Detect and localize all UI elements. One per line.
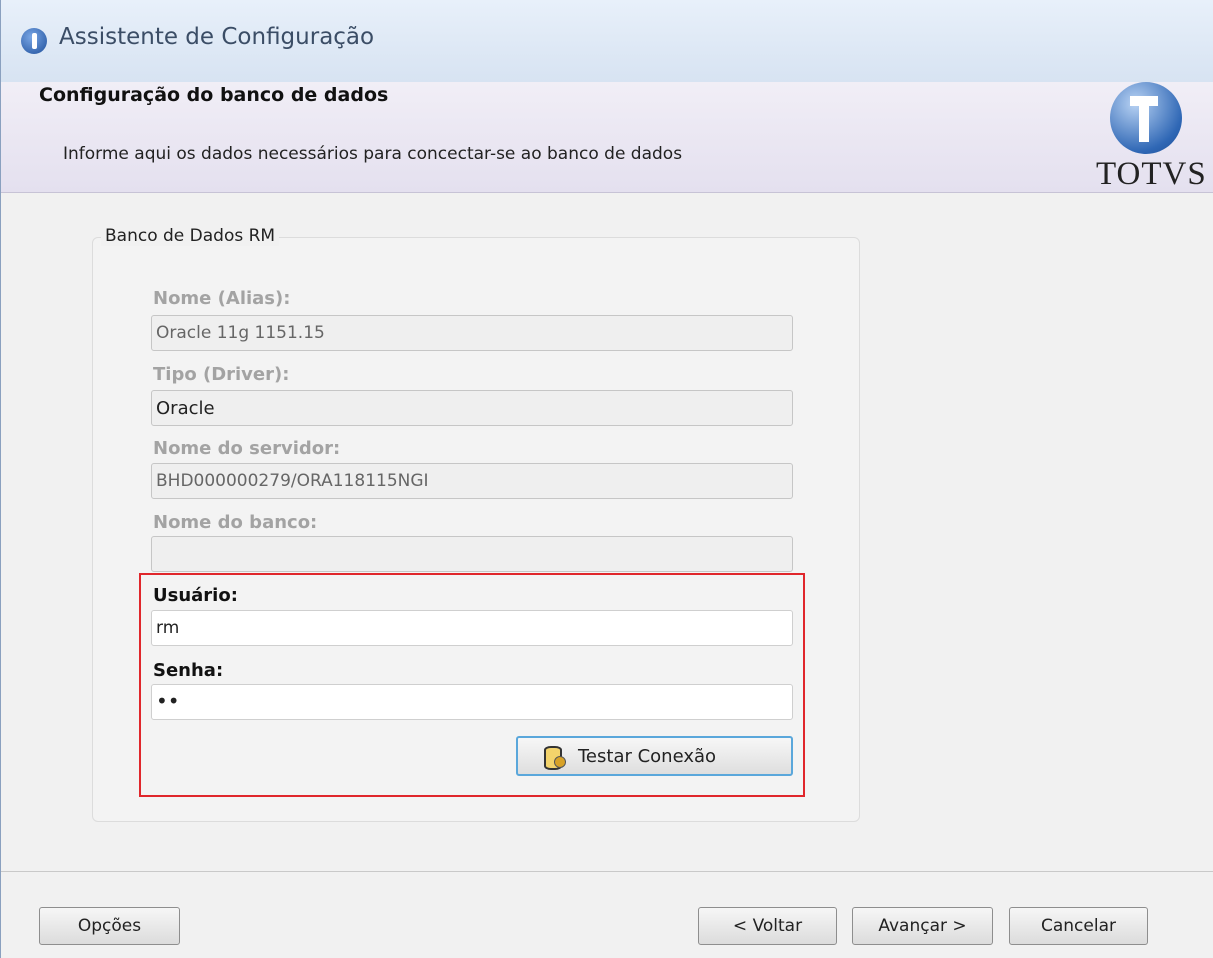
user-input[interactable]: rm <box>151 610 793 646</box>
cancel-button[interactable]: Cancelar <box>1009 907 1148 945</box>
test-connection-button[interactable]: Testar Conexão <box>516 736 793 776</box>
user-label: Usuário: <box>153 585 238 606</box>
password-input[interactable]: •• <box>151 684 793 720</box>
driver-label: Tipo (Driver): <box>153 364 290 385</box>
app-icon <box>21 28 47 54</box>
wizard-window: Assistente de Configuração Configuração … <box>0 0 1213 958</box>
options-button[interactable]: Opções <box>39 907 180 945</box>
server-label: Nome do servidor: <box>153 438 341 459</box>
wizard-header: Configuração do banco de dados Informe a… <box>1 82 1213 193</box>
test-connection-label: Testar Conexão <box>578 746 717 767</box>
footer-divider <box>1 871 1213 872</box>
database-label: Nome do banco: <box>153 512 318 533</box>
title-bar: Assistente de Configuração <box>1 0 1213 83</box>
logo-t-mark <box>1130 96 1158 142</box>
server-field: BHD000000279/ORA118115NGI <box>151 463 793 499</box>
groupbox-legend: Banco de Dados RM <box>101 226 280 246</box>
page-subtitle: Informe aqui os dados necessários para c… <box>63 144 683 164</box>
page-title: Configuração do banco de dados <box>39 84 389 106</box>
window-title: Assistente de Configuração <box>59 24 375 50</box>
alias-field: Oracle 11g 1151.15 <box>151 315 793 351</box>
totvs-logo: TOTVS <box>1096 82 1213 192</box>
logo-text: TOTVS <box>1096 156 1207 192</box>
password-label: Senha: <box>153 660 224 681</box>
alias-label: Nome (Alias): <box>153 288 291 309</box>
next-button[interactable]: Avançar > <box>852 907 993 945</box>
database-gear-icon <box>544 746 566 770</box>
database-field <box>151 536 793 572</box>
back-button[interactable]: < Voltar <box>698 907 837 945</box>
driver-select: Oracle <box>151 390 793 426</box>
